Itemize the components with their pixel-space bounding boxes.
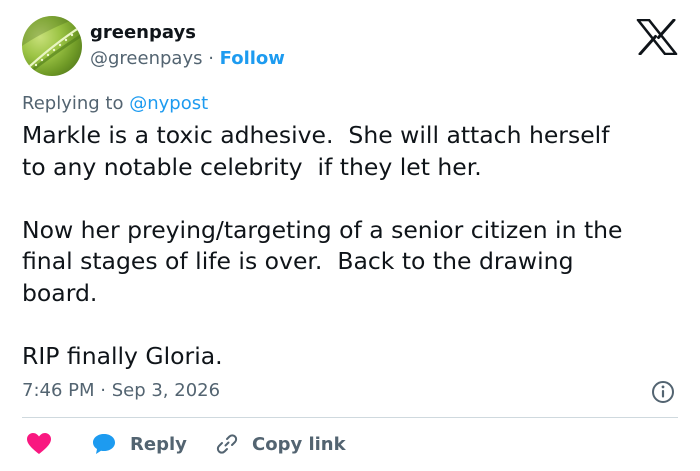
- copy-link-label: Copy link: [252, 433, 346, 455]
- speech-bubble-icon: [93, 434, 115, 454]
- follow-button[interactable]: Follow: [220, 48, 285, 69]
- leaf-image: [22, 16, 82, 76]
- author-handle-line: @greenpays · Follow: [90, 48, 285, 69]
- avatar[interactable]: [22, 16, 82, 76]
- heart-icon: [27, 433, 51, 454]
- reply-label: Reply: [130, 433, 187, 455]
- replying-to: Replying to @nypost: [22, 93, 208, 114]
- info-icon[interactable]: [651, 380, 675, 404]
- link-icon: [216, 434, 238, 454]
- action-bar: Reply Copy link: [22, 428, 682, 460]
- like-button[interactable]: [26, 428, 52, 460]
- tweet-timestamp[interactable]: 7:46 PM · Sep 3, 2026: [22, 380, 220, 401]
- mention-link[interactable]: @nypost: [129, 93, 208, 114]
- tweet-text: Markle is a toxic adhesive. She will att…: [22, 121, 623, 370]
- divider: [22, 417, 678, 418]
- author-handle[interactable]: @greenpays: [90, 48, 202, 69]
- author-display-name[interactable]: greenpays: [90, 22, 196, 43]
- x-logo-icon[interactable]: [636, 19, 678, 55]
- copy-link-button[interactable]: Copy link: [216, 428, 346, 460]
- handle-separator: ·: [202, 48, 220, 69]
- reply-button[interactable]: Reply: [92, 428, 187, 460]
- tweet-card: greenpays @greenpays · Follow Replying t…: [0, 0, 700, 471]
- replying-to-prefix: Replying to: [22, 93, 130, 114]
